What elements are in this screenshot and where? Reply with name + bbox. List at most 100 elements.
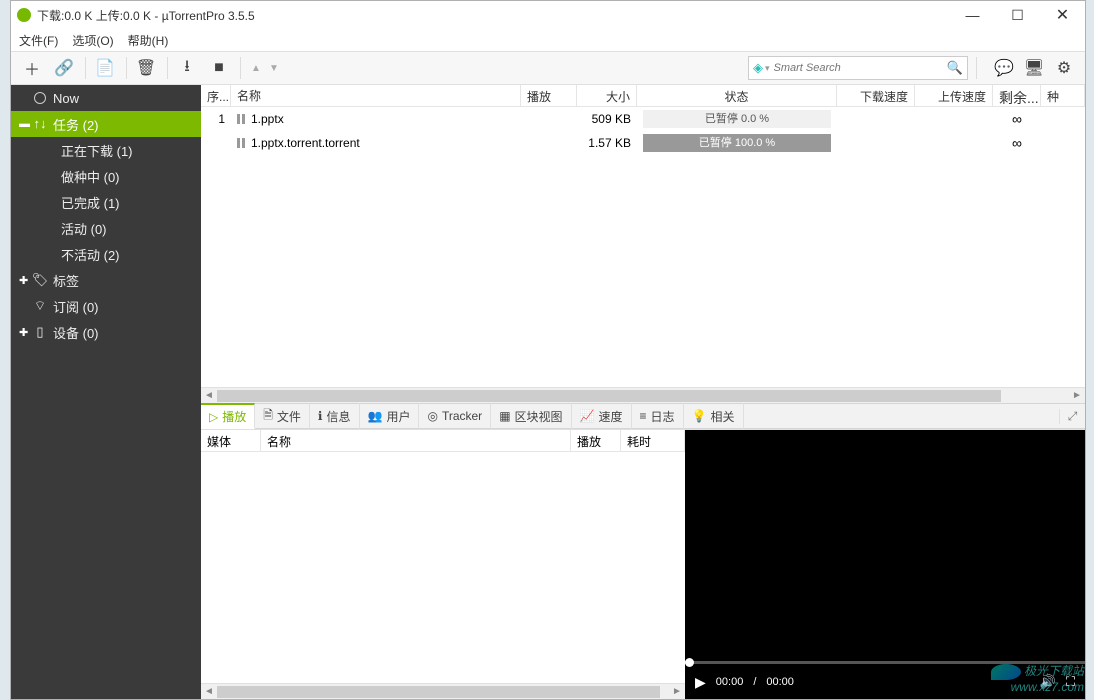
close-button[interactable]: ✕ xyxy=(1040,1,1085,29)
horizontal-scrollbar[interactable]: ◄ ► xyxy=(201,387,1085,403)
media-list-body[interactable] xyxy=(201,452,685,683)
scroll-thumb[interactable] xyxy=(217,390,1001,402)
expand-icon[interactable]: ✚ xyxy=(19,274,31,287)
tab-related[interactable]: 💡相关 xyxy=(684,403,744,429)
sidebar-label: Now xyxy=(53,91,79,106)
col-extra[interactable]: 种 xyxy=(1041,85,1085,106)
col-name[interactable]: 名称 xyxy=(231,85,521,106)
add-torrent-button[interactable]: ＋ xyxy=(17,53,47,83)
cell-eta: ∞ xyxy=(993,135,1041,151)
detail-tabbar: ▷播放 🗎文件 ℹ信息 👥用户 ◎Tracker ▦区块视图 📈速度 ≡日志 💡… xyxy=(201,403,1085,429)
move-up-button[interactable]: ▲ xyxy=(247,63,265,74)
tab-play[interactable]: ▷播放 xyxy=(201,403,255,429)
search-icon[interactable]: 🔍 xyxy=(947,60,963,76)
col-size[interactable]: 大小 xyxy=(577,85,637,106)
col-media[interactable]: 媒体 xyxy=(201,430,261,451)
tab-files[interactable]: 🗎文件 xyxy=(255,403,310,429)
col-eta[interactable]: 剩余... xyxy=(993,85,1041,106)
seek-bar[interactable] xyxy=(685,661,1085,664)
toolbar-separator xyxy=(167,57,168,79)
col-download-speed[interactable]: 下载速度 xyxy=(837,85,915,106)
detail-panel: 媒体 名称 播放 耗时 ◄ ► ▶ xyxy=(201,429,1085,699)
search-input[interactable] xyxy=(774,62,947,74)
tab-log[interactable]: ≡日志 xyxy=(632,403,684,429)
sidebar-item-tasks[interactable]: ▬ ↑↓ 任务 (2) xyxy=(11,111,201,137)
move-down-button[interactable]: ▼ xyxy=(265,63,283,74)
globe-icon xyxy=(34,92,46,104)
tab-speed[interactable]: 📈速度 xyxy=(572,403,632,429)
add-url-button[interactable]: 🔗 xyxy=(49,53,79,83)
sidebar-item-feeds[interactable]: ⌔ 订阅 (0) xyxy=(11,293,201,319)
tab-pieces[interactable]: ▦区块视图 xyxy=(491,403,571,429)
sidebar-item-downloading[interactable]: 正在下载 (1) xyxy=(11,137,201,163)
menu-options[interactable]: 选项(O) xyxy=(72,32,113,49)
tab-peers[interactable]: 👥用户 xyxy=(360,403,420,429)
stop-button[interactable]: ■ xyxy=(204,53,234,83)
device-icon: ▯ xyxy=(31,324,49,340)
col-status[interactable]: 状态 xyxy=(637,85,837,106)
scroll-right-icon[interactable]: ► xyxy=(669,686,685,697)
expand-icon[interactable]: ✚ xyxy=(19,326,31,339)
total-time: 00:00 xyxy=(766,676,794,688)
collapse-panel-button[interactable]: ⤢ xyxy=(1059,409,1085,424)
torrent-list-header: 序... 名称 播放 大小 状态 下载速度 上传速度 剩余... 种 xyxy=(201,85,1085,107)
volume-button[interactable]: 🔊 xyxy=(1040,674,1056,690)
col-media-duration[interactable]: 耗时 xyxy=(621,430,685,451)
toolbar-separator xyxy=(240,57,241,79)
menu-file[interactable]: 文件(F) xyxy=(19,32,58,49)
sidebar-item-devices[interactable]: ✚ ▯ 设备 (0) xyxy=(11,319,201,345)
col-media-play[interactable]: 播放 xyxy=(571,430,621,451)
fullscreen-button[interactable]: ⛶ xyxy=(1066,674,1075,690)
scroll-thumb[interactable] xyxy=(217,686,660,698)
torrent-row[interactable]: 1.pptx.torrent.torrent 1.57 KB 已暂停 100.0… xyxy=(201,131,1085,155)
col-index[interactable]: 序... xyxy=(201,85,231,106)
tab-info[interactable]: ℹ信息 xyxy=(310,403,360,429)
utorrent-logo-icon xyxy=(17,8,31,22)
settings-button[interactable]: ⚙ xyxy=(1049,53,1079,83)
sidebar-item-inactive[interactable]: 不活动 (2) xyxy=(11,241,201,267)
sidebar-item-now[interactable]: Now xyxy=(11,85,201,111)
toolbar-separator xyxy=(976,57,977,79)
scroll-left-icon[interactable]: ◄ xyxy=(201,390,217,401)
col-play[interactable]: 播放 xyxy=(521,85,577,106)
sidebar-label: 任务 (2) xyxy=(53,115,99,134)
chat-button[interactable]: 💬 xyxy=(989,53,1019,83)
col-media-name[interactable]: 名称 xyxy=(261,430,571,451)
search-dropdown-icon[interactable]: ▾ xyxy=(765,63,770,74)
remove-button[interactable]: 🗑 xyxy=(131,53,161,83)
maximize-button[interactable]: ☐ xyxy=(995,1,1040,29)
sidebar-item-completed[interactable]: 已完成 (1) xyxy=(11,189,201,215)
sidebar: Now ▬ ↑↓ 任务 (2) 正在下载 (1) 做种中 (0) 已完成 (1)… xyxy=(11,85,201,699)
media-horizontal-scrollbar[interactable]: ◄ ► xyxy=(201,683,685,699)
play-button[interactable]: ▶ xyxy=(695,674,706,691)
sidebar-item-seeding[interactable]: 做种中 (0) xyxy=(11,163,201,189)
cell-status: 已暂停 0.0 % xyxy=(637,110,837,128)
cell-name: 1.pptx.torrent.torrent xyxy=(231,136,521,150)
menu-help[interactable]: 帮助(H) xyxy=(128,32,169,49)
torrent-row[interactable]: 1 1.pptx 509 KB 已暂停 0.0 % ∞ xyxy=(201,107,1085,131)
menubar: 文件(F) 选项(O) 帮助(H) xyxy=(11,29,1085,51)
cell-name: 1.pptx xyxy=(231,112,521,126)
seek-handle[interactable] xyxy=(685,658,694,667)
create-torrent-button[interactable]: 📄 xyxy=(90,53,120,83)
tab-tracker[interactable]: ◎Tracker xyxy=(419,403,491,429)
bulb-icon: 💡 xyxy=(692,409,707,423)
scroll-right-icon[interactable]: ► xyxy=(1069,390,1085,401)
sidebar-label: 已完成 (1) xyxy=(61,193,120,212)
torrent-list-body[interactable]: 1 1.pptx 509 KB 已暂停 0.0 % ∞ 1.pptx.torre… xyxy=(201,107,1085,387)
rss-icon: ⌔ xyxy=(31,298,49,314)
player-controls: ▶ 00:00 / 00:00 🔊 ⛶ xyxy=(685,665,1085,699)
start-button[interactable]: ⭳ xyxy=(172,53,202,83)
scroll-left-icon[interactable]: ◄ xyxy=(201,686,217,697)
sidebar-label: 订阅 (0) xyxy=(53,297,99,316)
video-canvas[interactable] xyxy=(685,430,1085,665)
sidebar-item-labels[interactable]: ✚ 🏷 标签 xyxy=(11,267,201,293)
window-title: 下载:0.0 K 上传:0.0 K - µTorrentPro 3.5.5 xyxy=(37,7,950,24)
collapse-icon[interactable]: ▬ xyxy=(19,118,31,130)
remote-button[interactable]: 🖥 xyxy=(1019,53,1049,83)
pause-icon xyxy=(237,114,247,124)
cell-status: 已暂停 100.0 % xyxy=(637,134,837,152)
col-upload-speed[interactable]: 上传速度 xyxy=(915,85,993,106)
sidebar-item-active[interactable]: 活动 (0) xyxy=(11,215,201,241)
minimize-button[interactable]: — xyxy=(950,1,995,29)
